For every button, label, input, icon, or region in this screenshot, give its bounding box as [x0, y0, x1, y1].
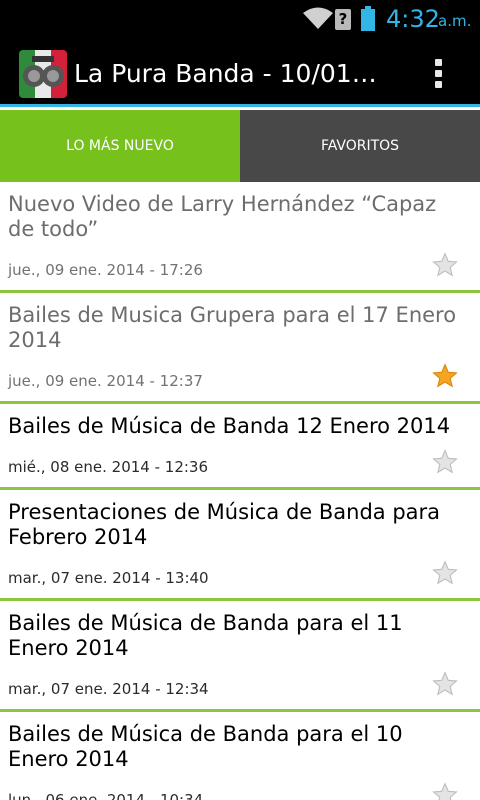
news-list: Nuevo Video de Larry Hernández “Capaz de… — [0, 182, 480, 800]
item-title: Bailes de Música de Banda 12 Enero 2014 — [8, 414, 451, 438]
item-date: mié., 08 ene. 2014 - 12:36 — [8, 458, 209, 476]
action-bar-divider — [0, 104, 480, 107]
star-outline-icon[interactable] — [432, 449, 458, 475]
list-item[interactable]: Presentaciones de Música de Banda para F… — [0, 490, 480, 601]
unknown-sim-icon: ? — [335, 9, 351, 30]
clock-ampm: a.m. — [438, 12, 472, 30]
item-date: mar., 07 ene. 2014 - 13:40 — [8, 569, 209, 587]
tab-bar: LO MÁS NUEVO FAVORITOS — [0, 110, 480, 182]
item-date: jue., 09 ene. 2014 - 17:26 — [8, 261, 203, 279]
star-outline-icon[interactable] — [432, 671, 458, 697]
item-title: Bailes de Musica Grupera para el 17 Ener… — [8, 303, 457, 352]
list-item[interactable]: Bailes de Música de Banda para el 11 Ene… — [0, 601, 480, 712]
star-outline-icon[interactable] — [432, 252, 458, 278]
item-date: jue., 09 ene. 2014 - 12:37 — [8, 372, 203, 390]
tab-favoritos[interactable]: FAVORITOS — [240, 110, 480, 182]
item-title: Presentaciones de Música de Banda para F… — [8, 500, 441, 549]
item-title: Bailes de Música de Banda para el 10 Ene… — [8, 722, 403, 771]
item-title: Bailes de Música de Banda para el 11 Ene… — [8, 611, 403, 660]
item-title: Nuevo Video de Larry Hernández “Capaz de… — [8, 192, 437, 241]
item-date: mar., 07 ene. 2014 - 12:34 — [8, 680, 209, 698]
clock-time: 4:32 — [386, 5, 440, 33]
app-logo-icon[interactable] — [19, 50, 67, 98]
list-item[interactable]: Bailes de Música de Banda 12 Enero 2014 … — [0, 404, 480, 490]
wifi-icon — [303, 7, 333, 29]
star-outline-icon[interactable] — [432, 560, 458, 586]
page-title: La Pura Banda - 10/01/2014 — [74, 59, 384, 88]
status-bar: ? 4:32 a.m. — [0, 0, 480, 38]
item-date: lun., 06 ene. 2014 - 10:34 — [8, 791, 204, 800]
battery-icon — [361, 6, 375, 31]
list-item[interactable]: Nuevo Video de Larry Hernández “Capaz de… — [0, 182, 480, 293]
star-filled-icon[interactable] — [432, 363, 458, 389]
list-item[interactable]: Bailes de Musica Grupera para el 17 Ener… — [0, 293, 480, 404]
tab-lo-mas-nuevo[interactable]: LO MÁS NUEVO — [0, 110, 240, 182]
list-item[interactable]: Bailes de Música de Banda para el 10 Ene… — [0, 712, 480, 800]
star-outline-icon[interactable] — [432, 782, 458, 800]
overflow-menu-icon[interactable] — [424, 56, 452, 92]
action-bar: La Pura Banda - 10/01/2014 — [0, 38, 480, 107]
